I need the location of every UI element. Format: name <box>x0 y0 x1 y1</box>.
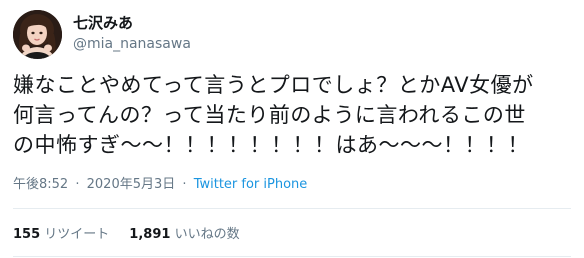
likes-count: 1,891 <box>129 227 171 242</box>
retweets-label: リツイート <box>44 227 110 242</box>
display-name[interactable]: 七沢みあ <box>73 14 133 32</box>
tweet-text-line: 嫌なことやめてって言うとプロでしょ？とかAV女優が <box>13 73 534 97</box>
tweet-source-link[interactable]: Twitter for iPhone <box>194 177 308 192</box>
retweets-count: 155 <box>13 227 41 242</box>
retweets-stat[interactable]: 155 リツイート <box>13 227 109 242</box>
likes-label: いいねの数 <box>174 227 240 242</box>
divider <box>13 208 571 209</box>
tweet-text: 嫌なことやめてって言うとプロでしょ？とかAV女優が 何言ってんの？って当たり前のよ… <box>13 70 573 160</box>
tweet-text-line: の中怖すぎ〜〜！！！！！！！！はあ〜〜〜！！！！ <box>13 133 529 157</box>
tweet-text-line: 何言ってんの？って当たり前のように言われるこの世 <box>13 103 526 127</box>
divider <box>13 256 571 257</box>
avatar-image <box>13 10 62 59</box>
meta-separator: · <box>182 177 187 192</box>
screen-name[interactable]: @mia_nanasawa <box>73 35 191 53</box>
tweet-time[interactable]: 午後8:52 <box>13 177 68 192</box>
meta-separator: · <box>75 177 80 192</box>
tweet-meta: 午後8:52 · 2020年5月3日 · Twitter for iPhone <box>13 176 307 194</box>
tweet-stats: 155 リツイート 1,891 いいねの数 <box>13 226 240 244</box>
tweet-date[interactable]: 2020年5月3日 <box>87 177 176 192</box>
tweet-card: 七沢みあ @mia_nanasawa 嫌なことやめてって言うとプロでしょ？とかA… <box>0 0 584 258</box>
avatar[interactable] <box>13 10 62 59</box>
likes-stat[interactable]: 1,891 いいねの数 <box>129 227 239 242</box>
